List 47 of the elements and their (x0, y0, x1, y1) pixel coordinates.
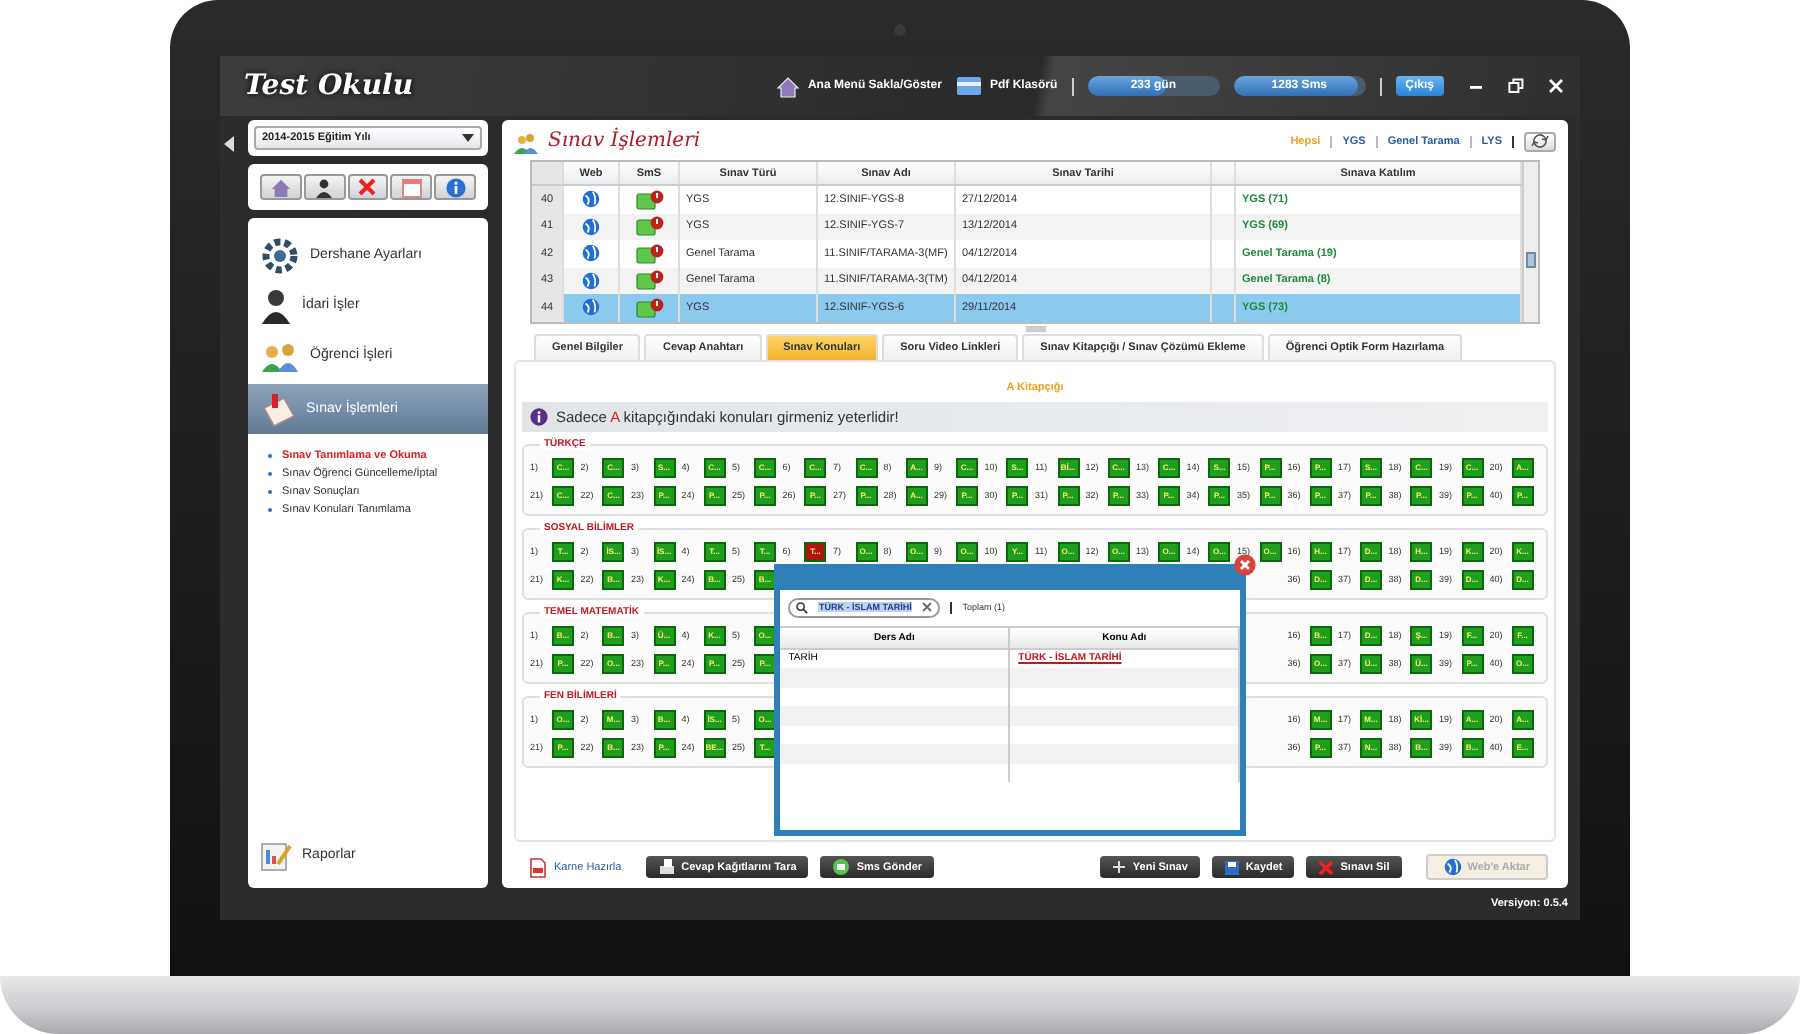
house-icon (775, 75, 800, 97)
globe-icon[interactable] (582, 298, 600, 317)
report-icon (260, 839, 292, 871)
refresh-icon (1530, 134, 1550, 148)
user-button[interactable] (303, 174, 346, 200)
refresh-button[interactable] (1524, 131, 1556, 151)
plus-icon (1112, 860, 1127, 874)
delete-button[interactable] (347, 174, 389, 200)
resize-handle[interactable] (1025, 325, 1045, 331)
person-icon (314, 177, 335, 197)
info-icon (445, 177, 466, 197)
caret-icon (462, 134, 474, 142)
clear-icon[interactable] (922, 602, 933, 612)
restore-icon[interactable] (1508, 78, 1524, 94)
info-icon (530, 407, 548, 425)
collapse-arrow-icon[interactable] (224, 136, 234, 152)
cross-icon (358, 178, 377, 196)
sms-icon[interactable] (635, 297, 663, 318)
save-icon (1223, 859, 1240, 875)
sms-icon[interactable] (635, 189, 663, 210)
info-button[interactable] (434, 174, 476, 200)
page-title: Sınav İşlemleri (548, 130, 701, 152)
cross-icon (1318, 859, 1335, 875)
sms-icon[interactable] (635, 270, 663, 291)
search-icon (796, 601, 809, 613)
globe-icon[interactable] (582, 190, 600, 209)
globe-icon[interactable] (582, 271, 600, 290)
row-number-header (532, 162, 564, 184)
house-icon (269, 177, 292, 197)
notepad-icon (260, 391, 296, 427)
globe-icon[interactable] (582, 244, 600, 263)
people-icon (514, 129, 538, 153)
globe-icon (1443, 858, 1462, 876)
globe-icon[interactable] (582, 217, 600, 236)
pdf-icon (530, 857, 546, 877)
calendar-button[interactable] (390, 174, 433, 200)
scrollbar[interactable] (1522, 162, 1538, 321)
close-icon[interactable] (1548, 78, 1564, 94)
sms-icon[interactable] (635, 243, 663, 264)
sms-icon[interactable] (635, 216, 663, 237)
calendar-icon (401, 177, 422, 197)
gear-icon (260, 237, 300, 273)
app-logo: Test Okulu (244, 70, 414, 102)
person-icon (260, 287, 292, 323)
message-icon (832, 858, 851, 876)
folder-icon (955, 76, 982, 96)
scanner-icon (657, 858, 676, 876)
